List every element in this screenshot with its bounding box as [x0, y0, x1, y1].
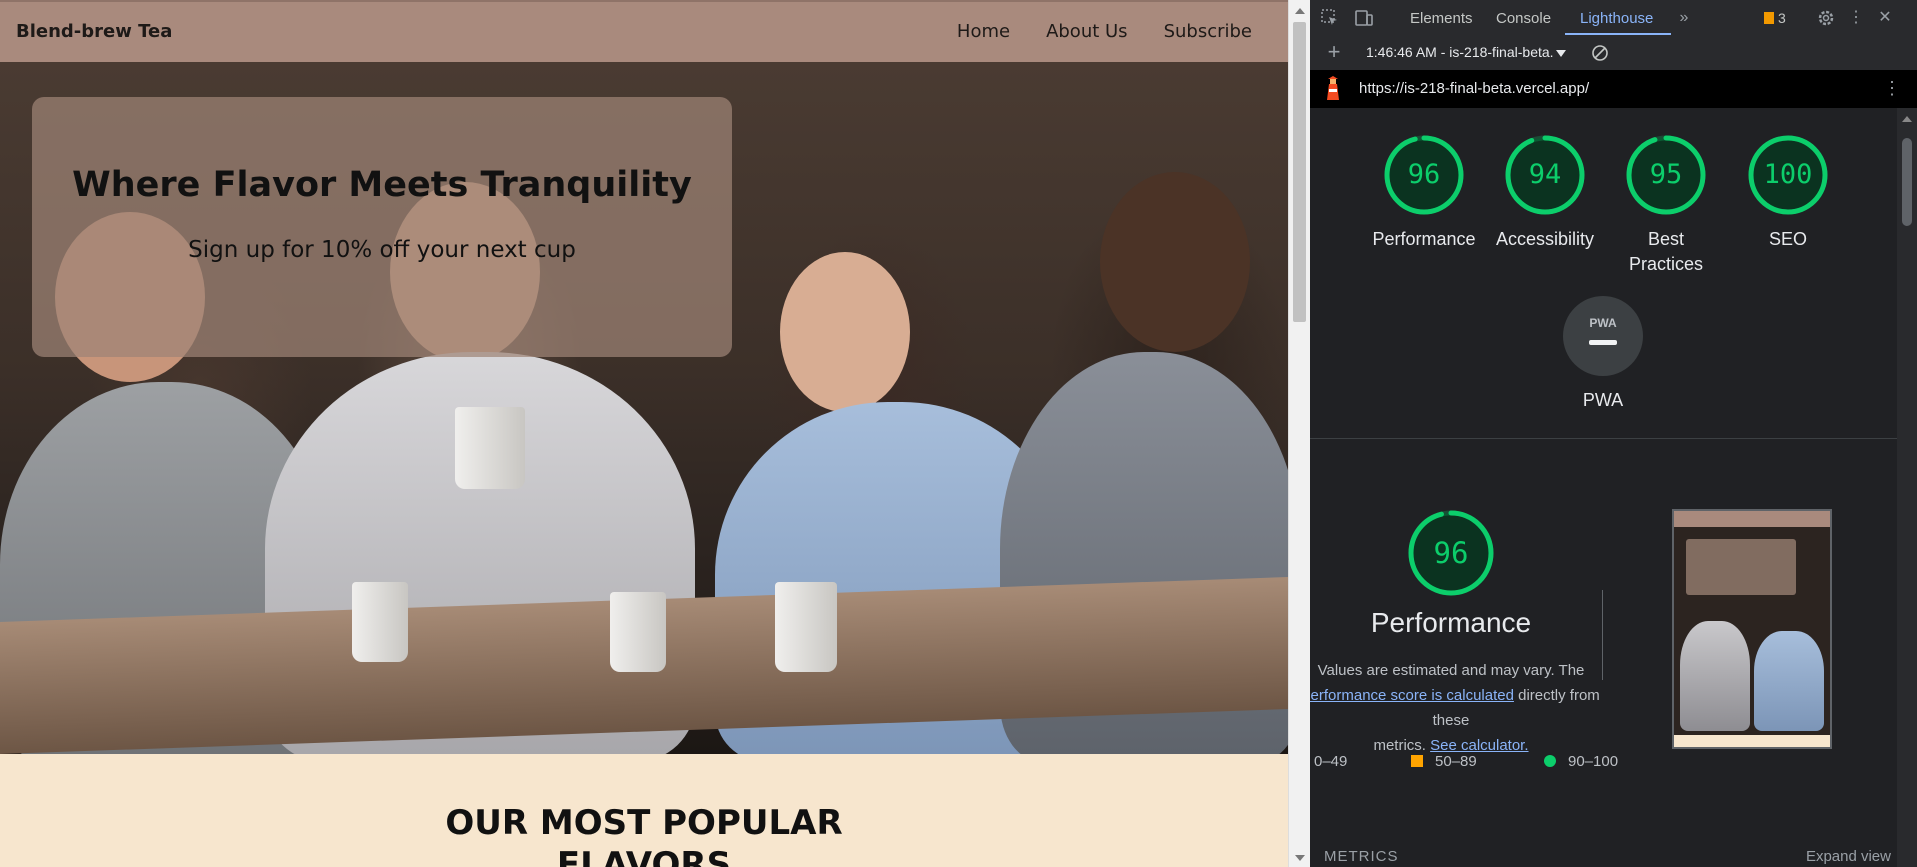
hero-person-head: [1100, 172, 1250, 352]
issues-counter[interactable]: 3: [1764, 10, 1786, 26]
nav-subscribe-link[interactable]: Subscribe: [1164, 21, 1252, 42]
active-tab-indicator: [1565, 33, 1671, 35]
inspect-element-icon[interactable]: [1320, 9, 1340, 27]
thumbnail-section: [1674, 735, 1830, 747]
hero-cup: [352, 582, 408, 662]
thumbnail-navbar: [1674, 511, 1830, 527]
scroll-up-arrow-icon[interactable]: [1295, 8, 1305, 14]
gauge-score: 94: [1528, 159, 1562, 190]
report-select-value: 1:46:46 AM - is-218-final-beta.: [1366, 44, 1554, 60]
pwa-label: PWA: [1582, 390, 1624, 410]
legend-pass: 90–100: [1544, 753, 1618, 770]
device-toolbar-icon[interactable]: [1354, 9, 1374, 27]
perf-desc-text: Values are estimated and may vary. The: [1317, 662, 1585, 679]
gauge-score: 96: [1407, 159, 1441, 190]
metrics-heading: METRICS: [1324, 848, 1399, 865]
pwa-badge[interactable]: PWA: [1563, 296, 1643, 376]
score-calculated-link[interactable]: performance score is calculated: [1310, 687, 1514, 704]
thumbnail-person: [1754, 631, 1824, 731]
section-title-line: FLAVORS: [556, 845, 732, 867]
vertical-rule: [1602, 590, 1603, 680]
gauge-score: 100: [1763, 159, 1813, 190]
thumbnail-hero-card: [1686, 539, 1796, 595]
final-screenshot-thumbnail[interactable]: [1672, 509, 1832, 749]
hero-cup: [775, 582, 837, 672]
gauge-label: Accessibility: [1495, 229, 1595, 249]
pass-circle-icon: [1544, 755, 1556, 767]
hero-image: Where Flavor Meets Tranquility Sign up f…: [0, 62, 1288, 754]
report-url[interactable]: https://is-218-final-beta.vercel.app/: [1359, 80, 1589, 97]
gauge-score: 95: [1649, 159, 1683, 190]
section-divider: [1310, 438, 1897, 439]
hero-card: Where Flavor Meets Tranquility Sign up f…: [32, 97, 732, 357]
perf-desc-text: metrics.: [1373, 737, 1426, 754]
more-options-kebab-icon[interactable]: ⋮: [1846, 9, 1866, 27]
close-devtools-icon[interactable]: ✕: [1875, 9, 1895, 27]
lighthouse-report: 96 Performance 94 Accessibility 95 Best Pract…: [1310, 108, 1897, 867]
site-brand[interactable]: Blend-brew Tea: [16, 21, 172, 42]
performance-description: Values are estimated and may vary. The p…: [1310, 658, 1602, 758]
tab-lighthouse[interactable]: Lighthouse: [1580, 10, 1653, 27]
clear-reports-icon[interactable]: [1590, 44, 1610, 62]
hero-person-head: [780, 252, 910, 412]
chevron-down-icon: [1555, 50, 1566, 57]
tab-elements[interactable]: Elements: [1410, 10, 1473, 27]
nav-home-link[interactable]: Home: [957, 21, 1010, 42]
gauge-label: Performance: [1372, 229, 1476, 249]
report-menu-kebab-icon[interactable]: ⋮: [1883, 78, 1901, 99]
report-scrollbar[interactable]: [1897, 108, 1917, 867]
legend-pass-label: 90–100: [1568, 753, 1619, 770]
section-title: OUR MOST POPULAR FLAVORS: [0, 802, 1288, 867]
more-tabs-chevron-icon[interactable]: »: [1674, 9, 1694, 27]
gauge-best-practices[interactable]: 95: [1624, 133, 1708, 217]
legend-fail: 0–49: [1314, 753, 1347, 770]
hero-cup: [610, 592, 666, 672]
gauge-accessibility[interactable]: 94: [1503, 133, 1587, 217]
report-url-bar: https://is-218-final-beta.vercel.app/ ⋮: [1310, 70, 1917, 108]
lighthouse-logo-icon: [1324, 76, 1342, 102]
lighthouse-toolbar: + 1:46:46 AM - is-218-final-beta.: [1310, 36, 1917, 71]
pwa-badge-text: PWA: [1589, 316, 1617, 330]
section-title-line: OUR MOST POPULAR: [445, 803, 843, 843]
gauge-label: Best Practices: [1628, 229, 1704, 274]
performance-big-score: 96: [1433, 536, 1469, 570]
new-report-plus-icon[interactable]: +: [1324, 41, 1344, 63]
gauge-performance[interactable]: 96: [1382, 133, 1466, 217]
devtools-tab-bar: Elements Console Lighthouse » 3 ⋮ ✕: [1310, 0, 1917, 37]
legend-fail-label: 0–49: [1314, 753, 1348, 770]
performance-heading: Performance: [1370, 607, 1532, 638]
expand-view-toggle[interactable]: Expand view: [1806, 848, 1891, 865]
website-viewport: Where Flavor Meets Tranquility Sign up f…: [0, 0, 1288, 867]
issues-count: 3: [1778, 10, 1786, 26]
scroll-up-arrow-icon[interactable]: [1902, 116, 1912, 122]
legend-average-label: 50–89: [1435, 753, 1477, 770]
report-select[interactable]: 1:46:46 AM - is-218-final-beta.: [1366, 44, 1566, 60]
average-square-icon: [1411, 755, 1423, 767]
thumbnail-person: [1680, 621, 1750, 731]
gauge-label: SEO: [1768, 229, 1807, 249]
site-navbar: Blend-brew Tea Home About Us Subscribe: [0, 0, 1288, 62]
site-nav-links: Home About Us Subscribe: [957, 21, 1252, 42]
devtools-panel: Elements Console Lighthouse » 3 ⋮ ✕ + 1:…: [1310, 0, 1917, 867]
performance-big-gauge: 96: [1406, 508, 1496, 598]
tab-console[interactable]: Console: [1496, 10, 1551, 27]
scroll-down-arrow-icon[interactable]: [1295, 855, 1305, 861]
see-calculator-link[interactable]: See calculator.: [1430, 737, 1528, 754]
site-scrollbar[interactable]: [1288, 0, 1310, 867]
hero-subtitle: Sign up for 10% off your next cup: [188, 237, 576, 263]
hero-cup: [455, 407, 525, 489]
pwa-dash-icon: [1589, 340, 1617, 345]
issue-flag-icon: [1764, 12, 1774, 24]
gauge-seo[interactable]: 100: [1746, 133, 1830, 217]
nav-about-link[interactable]: About Us: [1046, 21, 1128, 42]
hero-title: Where Flavor Meets Tranquility: [72, 165, 692, 205]
settings-gear-icon[interactable]: [1816, 9, 1836, 27]
scrollbar-thumb[interactable]: [1293, 22, 1306, 322]
report-scrollbar-thumb[interactable]: [1902, 138, 1912, 226]
legend-average: 50–89: [1411, 753, 1477, 770]
